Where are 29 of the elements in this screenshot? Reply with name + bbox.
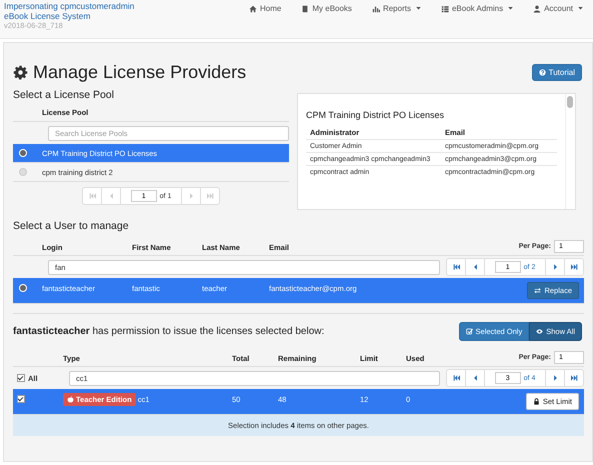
section-heading: Select a User to manage xyxy=(13,220,130,232)
eye-icon xyxy=(536,328,544,335)
apple-icon xyxy=(67,396,74,403)
swap-icon xyxy=(534,287,542,294)
brand-link[interactable]: eBook License System xyxy=(4,11,134,21)
scrollbar[interactable] xyxy=(565,94,575,209)
nav-item[interactable]: Account xyxy=(523,4,593,13)
nav-item[interactable]: Home xyxy=(239,4,292,13)
user-icon xyxy=(533,4,542,12)
impersonation-link[interactable]: Impersonating cpmcustomeradmin xyxy=(4,1,134,11)
tutorial-button[interactable]: Tutorial xyxy=(532,64,582,80)
radio-button[interactable] xyxy=(18,168,26,176)
list-icon xyxy=(440,4,449,12)
help-icon xyxy=(538,68,546,76)
nav-item[interactable]: eBook Admins xyxy=(430,4,524,13)
bar-chart-icon xyxy=(372,4,380,12)
nav-item[interactable]: Reports xyxy=(362,4,431,13)
nav-item[interactable]: My eBooks xyxy=(291,4,362,13)
book-icon xyxy=(301,4,310,12)
home-icon xyxy=(249,4,258,12)
checkbox[interactable] xyxy=(17,374,25,382)
lock-icon xyxy=(532,398,540,405)
settings-icon xyxy=(13,64,28,80)
page-title: Manage License Providers xyxy=(33,62,248,82)
checkbox[interactable] xyxy=(17,395,25,403)
checkbox-icon xyxy=(466,328,473,335)
card-title: CPM Training District PO Licenses xyxy=(306,110,446,120)
permission-heading: fantasticteacher has permission to issue the licenses selected below: xyxy=(13,326,324,337)
section-heading: Select a License Pool xyxy=(13,89,115,101)
